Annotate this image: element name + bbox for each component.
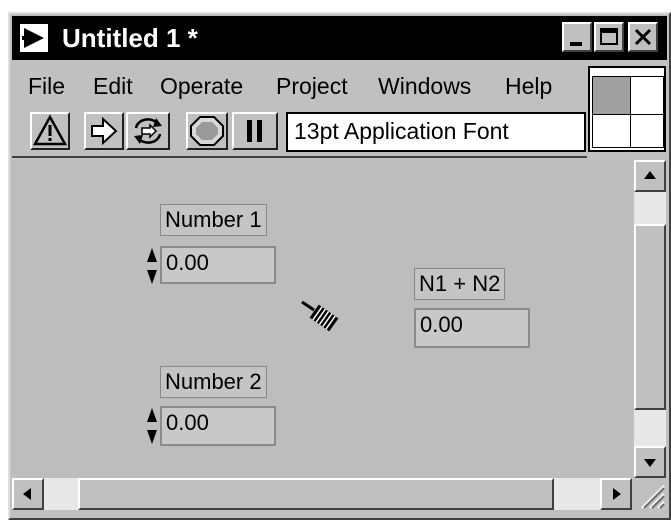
menu-file[interactable]: File xyxy=(28,72,65,100)
menu-operate[interactable]: Operate xyxy=(160,72,243,100)
run-continuously-button[interactable] xyxy=(126,112,170,150)
scroll-left-button[interactable] xyxy=(12,478,44,510)
connector-pane-cell xyxy=(630,76,664,116)
minimize-icon xyxy=(570,42,582,46)
menu-project[interactable]: Project xyxy=(276,72,348,100)
run-arrow-icon xyxy=(91,116,118,146)
scroll-down-button[interactable] xyxy=(634,446,666,478)
run-button[interactable] xyxy=(84,112,124,150)
minimize-button[interactable] xyxy=(562,22,592,52)
toolbar-divider xyxy=(12,156,587,158)
scroll-right-button[interactable] xyxy=(600,478,632,510)
arrow-right-icon xyxy=(613,488,621,500)
maximize-button[interactable] xyxy=(594,22,624,52)
resize-grip-icon[interactable] xyxy=(634,478,666,510)
connector-pane-cell xyxy=(630,114,664,148)
text-settings-ring[interactable]: 13pt Application Font xyxy=(286,112,586,152)
pause-icon xyxy=(247,120,262,142)
arrow-up-icon xyxy=(644,171,656,179)
vi-icon[interactable] xyxy=(18,22,50,54)
abort-button[interactable] xyxy=(186,112,228,150)
menu-edit[interactable]: Edit xyxy=(93,72,133,100)
numeric-control-field[interactable]: 0.00 xyxy=(160,406,276,446)
arrow-down-icon xyxy=(644,459,656,467)
numeric-control-field[interactable]: 0.00 xyxy=(160,246,276,284)
control-label[interactable]: Number 2 xyxy=(160,366,267,398)
menu-help[interactable]: Help xyxy=(505,72,552,100)
window-title: Untitled 1 * xyxy=(62,23,198,53)
menu-windows[interactable]: Windows xyxy=(378,72,471,100)
horizontal-scroll-thumb[interactable] xyxy=(78,478,554,510)
maximize-icon xyxy=(600,28,618,45)
arrow-left-icon xyxy=(23,488,31,500)
increment-decrement-icon[interactable] xyxy=(146,406,158,446)
warning-button[interactable] xyxy=(30,112,70,150)
run-continuously-icon xyxy=(134,118,162,144)
close-icon xyxy=(634,28,652,46)
increment-decrement-icon[interactable] xyxy=(146,246,158,286)
pause-button[interactable] xyxy=(232,112,278,150)
control-label[interactable]: Number 1 xyxy=(160,204,267,236)
connector-pane-cell xyxy=(592,76,632,116)
warning-icon xyxy=(32,114,68,146)
connector-pane-cell xyxy=(592,114,632,148)
wiring-tool-cursor-icon xyxy=(300,298,344,334)
numeric-indicator-field: 0.00 xyxy=(414,308,530,348)
close-button[interactable] xyxy=(628,22,658,52)
vertical-scroll-thumb[interactable] xyxy=(634,224,666,410)
abort-icon xyxy=(190,116,224,146)
scroll-up-button[interactable] xyxy=(634,160,666,192)
indicator-label[interactable]: N1 + N2 xyxy=(414,268,506,300)
